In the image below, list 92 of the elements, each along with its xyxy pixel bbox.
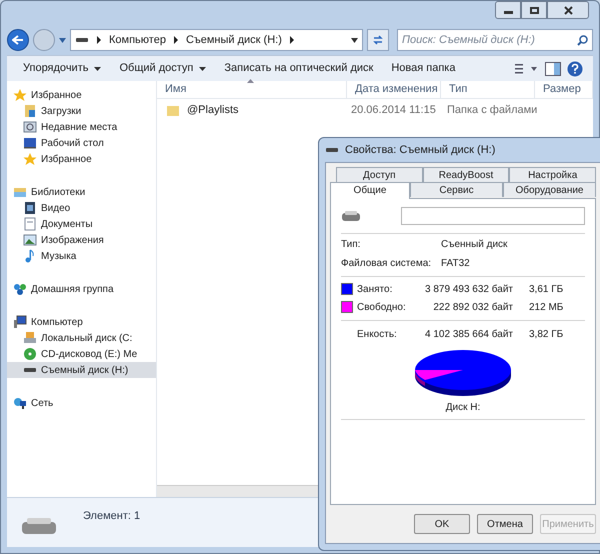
sidebar-item[interactable]: Съемный диск (H:) xyxy=(7,362,156,378)
file-date: 20.06.2014 11:15 xyxy=(350,102,437,118)
search-field[interactable]: Поиск: Съемный диск (H:) xyxy=(397,29,593,51)
maximize-button[interactable] xyxy=(521,1,547,19)
recent-icon xyxy=(23,120,37,134)
usage-size: 212 МБ xyxy=(529,300,564,314)
preview-pane-icon[interactable] xyxy=(545,62,561,76)
view-icon[interactable] xyxy=(515,62,539,74)
toolbar-button[interactable]: Общий доступ xyxy=(113,58,212,80)
dialog-tab[interactable]: ReadyBoost xyxy=(422,167,510,182)
sidebar-item[interactable]: CD-дисковод (E:) Me xyxy=(7,346,156,362)
usage-bytes: 3 879 493 632 байт xyxy=(424,282,513,296)
property-value: FAT32 xyxy=(441,257,470,271)
dialog-tab[interactable]: Настройка xyxy=(509,167,596,182)
sidebar-item[interactable]: Локальный диск (C: xyxy=(7,330,156,346)
video-icon xyxy=(23,201,37,215)
library-icon xyxy=(13,185,27,199)
dialog-tab[interactable]: Доступ xyxy=(336,167,423,182)
column-header[interactable]: Тип xyxy=(441,81,535,98)
network-icon xyxy=(13,396,27,410)
address-bar[interactable]: Компьютер Съемный диск (H:) xyxy=(70,29,363,51)
refresh-button[interactable] xyxy=(367,29,389,51)
arrow-icon xyxy=(174,36,178,44)
sidebar-item[interactable]: Музыка xyxy=(7,248,156,264)
arrow-icon xyxy=(290,36,294,44)
sidebar-item[interactable]: Рабочий стол xyxy=(7,135,156,151)
sidebar-item[interactable]: Видео xyxy=(7,200,156,216)
dialog-tab[interactable]: Общие xyxy=(330,182,410,199)
status-text: Элемент: 1 xyxy=(83,509,140,524)
caret-icon xyxy=(199,66,206,70)
usage-label: Свободно: xyxy=(357,300,407,314)
caret-icon[interactable] xyxy=(351,38,358,42)
breadcrumb[interactable]: Съемный диск (H:) xyxy=(186,32,282,48)
property-label: Тип: xyxy=(341,238,362,252)
caret-icon xyxy=(94,66,102,70)
file-row[interactable]: @Playlists 20.06.2014 11:15 Папка с файлами xyxy=(157,99,593,121)
sidebar-group[interactable]: Домашняя группа xyxy=(7,281,156,297)
sidebar-group[interactable]: Избранное xyxy=(7,87,156,103)
sidebar-item[interactable]: Избранное xyxy=(7,151,156,167)
toolbar-button[interactable]: Упорядочить xyxy=(17,58,108,80)
usb-drive-icon xyxy=(341,210,361,222)
sidebar-group[interactable]: Компьютер xyxy=(7,314,156,330)
arrow-icon xyxy=(97,36,101,44)
usage-label: Занято: xyxy=(357,282,394,296)
capacity-label: Енкость: xyxy=(357,328,398,342)
name-field[interactable] xyxy=(401,207,585,225)
close-icon xyxy=(564,6,572,14)
toolbar-button[interactable]: Новая папка xyxy=(385,58,462,80)
document-icon xyxy=(23,217,37,231)
file-name: @Playlists xyxy=(187,102,239,118)
refresh-icon xyxy=(372,34,384,46)
breadcrumb[interactable]: Компьютер xyxy=(109,32,166,48)
dialog-tab[interactable]: Сервис xyxy=(410,182,503,197)
dialog-button[interactable]: Отмена xyxy=(477,514,533,534)
toolbar-button[interactable]: Записать на оптический диск xyxy=(218,58,380,80)
back-button[interactable] xyxy=(7,29,29,51)
usage-bytes: 222 892 032 байт xyxy=(432,300,513,314)
minimize-button[interactable] xyxy=(495,1,521,19)
column-header[interactable]: Дата изменения xyxy=(347,81,441,98)
star-icon xyxy=(13,88,27,102)
dialog-title: Свойства: Съемный диск (H:) xyxy=(345,142,496,158)
sort-icon xyxy=(247,79,254,83)
sidebar-item[interactable]: Документы xyxy=(7,216,156,232)
image-icon xyxy=(23,233,37,247)
disk-label: Диск H: xyxy=(341,400,585,420)
column-header[interactable]: Размер xyxy=(535,81,593,98)
search-icon xyxy=(577,34,588,46)
arrow-icon xyxy=(12,35,24,45)
computer-icon xyxy=(13,315,27,329)
star-icon xyxy=(23,152,37,166)
sidebar-group[interactable]: Сеть xyxy=(7,395,156,411)
help-icon[interactable] xyxy=(567,60,583,76)
capacity-bytes: 4 102 385 664 байт xyxy=(424,328,513,342)
property-value: Съенный диск xyxy=(441,238,508,252)
close-button[interactable] xyxy=(547,1,589,19)
sidebar-item[interactable]: Изображения xyxy=(7,232,156,248)
dialog-button[interactable]: OK xyxy=(414,514,470,534)
homegroup-icon xyxy=(13,282,27,296)
file-type: Папка с файлами xyxy=(446,102,535,118)
download-icon xyxy=(23,104,37,118)
capacity-size: 3,82 ГБ xyxy=(529,328,564,342)
usb-drive-icon xyxy=(21,516,57,536)
sidebar-group[interactable]: Библиотеки xyxy=(7,184,156,200)
desktop-icon xyxy=(23,136,37,150)
dialog-tab[interactable]: Оборудование xyxy=(503,182,596,197)
sidebar-item[interactable]: Недавние места xyxy=(7,119,156,135)
localdisk-icon xyxy=(23,331,37,345)
usage-size: 3,61 ГБ xyxy=(529,282,564,296)
cd-icon xyxy=(23,347,37,361)
folder-icon xyxy=(167,104,179,116)
property-label: Файловая система: xyxy=(341,257,432,271)
sidebar-item[interactable]: Загрузки xyxy=(7,103,156,119)
